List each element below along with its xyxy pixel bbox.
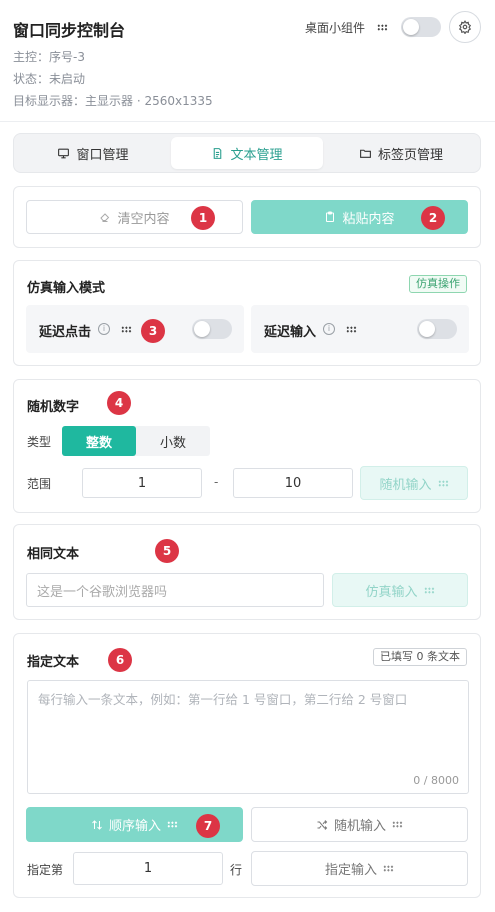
tab-text-management[interactable]: 文本管理	[171, 137, 323, 169]
type-label: 类型	[27, 435, 52, 449]
sim-operation-tag: 仿真操作	[409, 275, 467, 293]
row-suffix-label: 行	[230, 863, 243, 877]
delay-click-toggle[interactable]	[192, 319, 232, 339]
drag-handle-icon	[167, 821, 178, 828]
same-text-title: 相同文本	[27, 547, 80, 562]
monitor-icon	[58, 148, 70, 158]
random-text-input-button[interactable]: 随机输入	[251, 807, 468, 842]
row-prefix-label: 指定第	[27, 863, 64, 877]
info-icon: i	[323, 323, 335, 335]
status-info: 状态：未启动	[13, 72, 86, 86]
sim-input-mode-card: 仿真输入模式 仿真操作 延迟点击 i 3 延迟输入 i	[13, 260, 481, 366]
range-min-input[interactable]: 1	[82, 468, 202, 498]
drag-handle-icon[interactable]	[377, 24, 388, 31]
specified-text-title: 指定文本	[27, 655, 80, 670]
eraser-icon	[100, 213, 110, 222]
settings-button[interactable]	[449, 11, 481, 43]
tab-bar: 窗口管理 文本管理 标签页管理	[13, 133, 481, 173]
tab-label: 窗口管理	[76, 147, 129, 163]
range-dash: -	[214, 475, 219, 489]
delay-click-option: 延迟点击 i	[26, 305, 244, 353]
random-number-card: 随机数字 4 类型 整数 小数 范围 1 - 10 随机输入	[13, 379, 481, 513]
textarea-placeholder: 每行输入一条文本，例如：第一行给 1 号窗口，第二行给 2 号窗口	[38, 692, 408, 707]
range-label: 范围	[27, 477, 52, 491]
gear-icon	[458, 20, 472, 34]
control-panel: 窗口同步控制台 主控：序号-3 状态：未启动 目标显示器：主显示器 · 2560…	[0, 0, 495, 912]
sim-mode-title: 仿真输入模式	[27, 281, 106, 296]
annotation-badge-1: 1	[191, 206, 215, 230]
desktop-widget-toggle[interactable]	[401, 17, 441, 37]
integer-option[interactable]: 整数	[62, 426, 136, 456]
content-actions-card: 清空内容 粘贴内容 1 2	[13, 186, 481, 248]
display-info: 目标显示器：主显示器 · 2560x1335	[13, 94, 213, 108]
drag-handle-icon	[121, 326, 132, 333]
annotation-badge-4: 4	[107, 391, 131, 415]
clipboard-icon	[326, 211, 335, 222]
sort-icon	[92, 819, 102, 830]
random-input-button[interactable]: 随机输入	[360, 466, 468, 500]
same-text-card: 相同文本 5 这是一个谷歌浏览器吗 仿真输入	[13, 524, 481, 620]
delay-click-label: 延迟点击	[39, 325, 92, 340]
drag-handle-icon	[392, 821, 403, 828]
same-text-input[interactable]: 这是一个谷歌浏览器吗	[26, 573, 324, 607]
delay-input-option: 延迟输入 i	[251, 305, 469, 353]
master-info: 主控：序号-3	[13, 50, 85, 64]
tab-label: 标签页管理	[377, 147, 443, 163]
tab-window-management[interactable]: 窗口管理	[18, 137, 168, 169]
document-icon	[214, 147, 222, 159]
sim-input-button[interactable]: 仿真输入	[332, 573, 468, 607]
drag-handle-icon	[383, 865, 394, 872]
tab-label: 文本管理	[230, 147, 283, 163]
char-counter: 0 / 8000	[413, 774, 459, 787]
tab-tab-management[interactable]: 标签页管理	[326, 137, 476, 169]
shuffle-icon	[317, 819, 328, 830]
filled-count-tag: 已填写 0 条文本	[373, 648, 467, 666]
annotation-badge-5: 5	[155, 539, 179, 563]
annotation-badge-7: 7	[196, 814, 220, 838]
folder-icon	[360, 149, 371, 158]
annotation-badge-2: 2	[421, 206, 445, 230]
specified-text-textarea[interactable]: 每行输入一条文本，例如：第一行给 1 号窗口，第二行给 2 号窗口 0 / 80…	[27, 680, 469, 794]
random-number-title: 随机数字	[27, 400, 80, 415]
range-max-input[interactable]: 10	[233, 468, 353, 498]
annotation-badge-3: 3	[141, 319, 165, 343]
annotation-badge-6: 6	[108, 648, 132, 672]
drag-handle-icon	[423, 586, 435, 594]
info-icon: i	[98, 323, 110, 335]
header-divider	[0, 121, 495, 122]
row-number-input[interactable]: 1	[73, 852, 223, 885]
specified-input-button[interactable]: 指定输入	[251, 851, 468, 886]
desktop-widget-label: 桌面小组件	[305, 21, 366, 35]
drag-handle-icon	[437, 479, 449, 487]
specified-text-card: 指定文本 6 已填写 0 条文本 每行输入一条文本，例如：第一行给 1 号窗口，…	[13, 633, 481, 898]
delay-input-toggle[interactable]	[417, 319, 457, 339]
delay-input-label: 延迟输入	[264, 325, 317, 340]
decimal-option[interactable]: 小数	[136, 426, 210, 456]
drag-handle-icon	[346, 326, 357, 333]
page-title: 窗口同步控制台	[13, 21, 126, 40]
